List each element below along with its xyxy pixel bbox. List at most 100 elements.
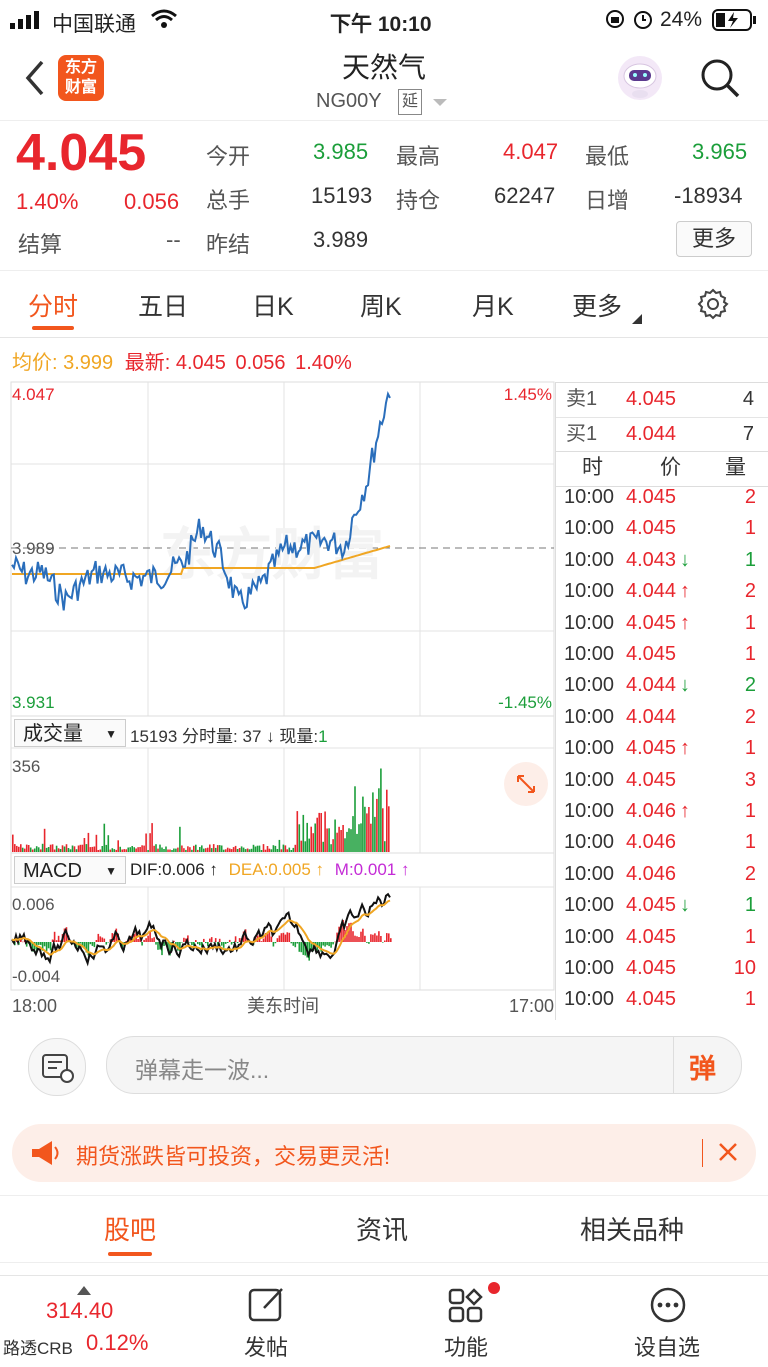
pct-bottom-label: -1.45% xyxy=(498,693,552,712)
barrage-send-icon[interactable]: 弹 xyxy=(689,1047,716,1086)
chevron-down-icon[interactable] xyxy=(432,94,448,112)
macd-bar xyxy=(280,933,283,942)
index-name: 路透CRB xyxy=(3,1339,73,1358)
settings-gear-icon[interactable] xyxy=(696,287,730,326)
tick-direction: ↑ xyxy=(680,611,690,634)
post-button[interactable]: 发帖 xyxy=(218,1276,318,1367)
volume-bar xyxy=(173,848,175,852)
volume-bar xyxy=(314,823,316,852)
volume-bar xyxy=(95,834,98,852)
volume-bar xyxy=(292,847,295,852)
tick-price: 4.045 xyxy=(626,486,677,508)
volume-bar xyxy=(318,812,320,852)
low-label: 最低 xyxy=(585,144,630,169)
robot-assistant-icon[interactable] xyxy=(616,54,664,102)
macd-bar xyxy=(334,941,336,943)
promo-banner[interactable]: 期货涨跌皆可投资，交易更灵活! xyxy=(12,1124,756,1182)
tick-direction: ↓ xyxy=(680,674,690,697)
functions-button[interactable]: 功能 xyxy=(418,1276,518,1367)
volume-bar xyxy=(171,850,173,852)
volume-bar xyxy=(316,817,318,852)
volume-bar xyxy=(79,844,82,852)
tab-monthly-k[interactable]: 月K xyxy=(472,287,514,323)
quote-panel: 4.045 1.40% 0.056 结算 -- 今开 3.985 最高 4.04… xyxy=(0,120,768,271)
divider xyxy=(673,1037,674,1093)
volume-bar xyxy=(234,845,237,852)
volume-bar xyxy=(268,848,271,852)
barrage-placeholder: 弹幕走一波... xyxy=(135,1057,270,1083)
close-icon[interactable] xyxy=(716,1140,740,1169)
volume-bar xyxy=(205,848,207,852)
search-icon[interactable] xyxy=(698,56,742,105)
more-button[interactable]: 更多 xyxy=(676,221,752,257)
tab-intraday[interactable]: 分时 xyxy=(28,287,78,323)
tick-row: 10:00 4.045 2 xyxy=(556,486,766,517)
tick-time: 10:00 xyxy=(564,862,615,885)
volume-bar xyxy=(20,844,22,852)
macd-bar xyxy=(274,942,277,944)
volume-bar xyxy=(45,847,48,852)
tick-qty: 1 xyxy=(744,831,756,854)
barrage-settings-icon[interactable] xyxy=(28,1038,86,1096)
ask-label: 卖1 xyxy=(566,388,598,410)
tab-daily-k[interactable]: 日K xyxy=(252,287,294,323)
volume-bar xyxy=(224,849,227,852)
tick-list[interactable]: 10:00 4.045 2 10:00 4.045 1 10:00 4.043 ↓ 1 10:00 4… xyxy=(556,486,768,1020)
volume-bar xyxy=(51,844,54,852)
macd-bar xyxy=(210,937,213,942)
tab-five-day[interactable]: 五日 xyxy=(138,287,188,323)
macd-bar xyxy=(183,937,185,942)
tick-qty: 1 xyxy=(744,548,756,571)
volume-bar xyxy=(370,823,372,852)
volume-bar xyxy=(324,811,326,852)
macd-indicator-select[interactable]: MACD ▼ xyxy=(14,856,126,884)
tick-qty: 1 xyxy=(744,611,756,634)
macd-bar xyxy=(354,935,356,942)
volume-bar xyxy=(228,848,231,852)
volume-bar xyxy=(35,846,38,852)
tick-time: 10:00 xyxy=(564,705,615,728)
tick-row: 10:00 4.045 ↑ 1 xyxy=(556,612,766,643)
index-ticker[interactable]: 314.40 路透CRB 0.12% xyxy=(0,1276,160,1367)
macd-bar xyxy=(374,933,376,942)
volume-bar xyxy=(99,849,102,852)
index-percent: 0.12% xyxy=(86,1330,149,1355)
nav-header: 东方 财富 天然气 NG00Y 延 xyxy=(0,40,768,120)
tick-time: 10:00 xyxy=(564,831,615,854)
volume-bar xyxy=(113,849,116,852)
macd-bar xyxy=(55,940,58,942)
edit-icon xyxy=(248,1286,286,1329)
volume-bar xyxy=(153,845,155,852)
volume-bar xyxy=(12,834,14,852)
volume-bar xyxy=(252,844,255,852)
tab-weekly-k[interactable]: 周K xyxy=(360,287,402,323)
intraday-chart[interactable]: 东方财富 4.047 3.989 3.931 1.45% -1.45% 356 … xyxy=(0,336,556,1020)
volume-bar xyxy=(105,844,108,852)
volume-bar xyxy=(238,848,241,852)
tab-more[interactable]: 更多 xyxy=(572,287,622,323)
volume-bar xyxy=(77,845,80,852)
add-watchlist-button[interactable]: 设自选 xyxy=(618,1276,718,1367)
tab-related[interactable]: 相关品种 xyxy=(580,1210,684,1247)
carrier: 中国联通 xyxy=(52,13,136,36)
volume-bar xyxy=(47,847,50,852)
status-bar: 中国联通 下午 10:10 24% xyxy=(0,0,768,40)
volume-bar xyxy=(57,848,60,852)
tick-row: 10:00 4.045 1 xyxy=(556,988,766,1019)
tab-news[interactable]: 资讯 xyxy=(356,1210,408,1247)
macd-bar xyxy=(37,942,40,945)
expand-icon[interactable] xyxy=(504,762,548,806)
barrage-input[interactable]: 弹幕走一波... 弹 xyxy=(106,1036,742,1094)
tab-forum[interactable]: 股吧 xyxy=(104,1210,156,1247)
pct-top-label: 1.45% xyxy=(504,385,552,404)
volume-indicator-select[interactable]: 成交量 ▼ xyxy=(14,719,126,747)
macd-bar xyxy=(352,931,354,942)
volume-bar xyxy=(260,850,263,852)
rotation-lock-icon xyxy=(604,8,626,36)
bid-label: 买1 xyxy=(566,423,598,445)
volume-bar xyxy=(286,849,289,852)
macd-bar xyxy=(332,942,334,945)
tick-row: 10:00 4.044 ↓ 2 xyxy=(556,674,766,705)
volume-bar xyxy=(258,845,261,852)
macd-bar xyxy=(296,942,299,944)
